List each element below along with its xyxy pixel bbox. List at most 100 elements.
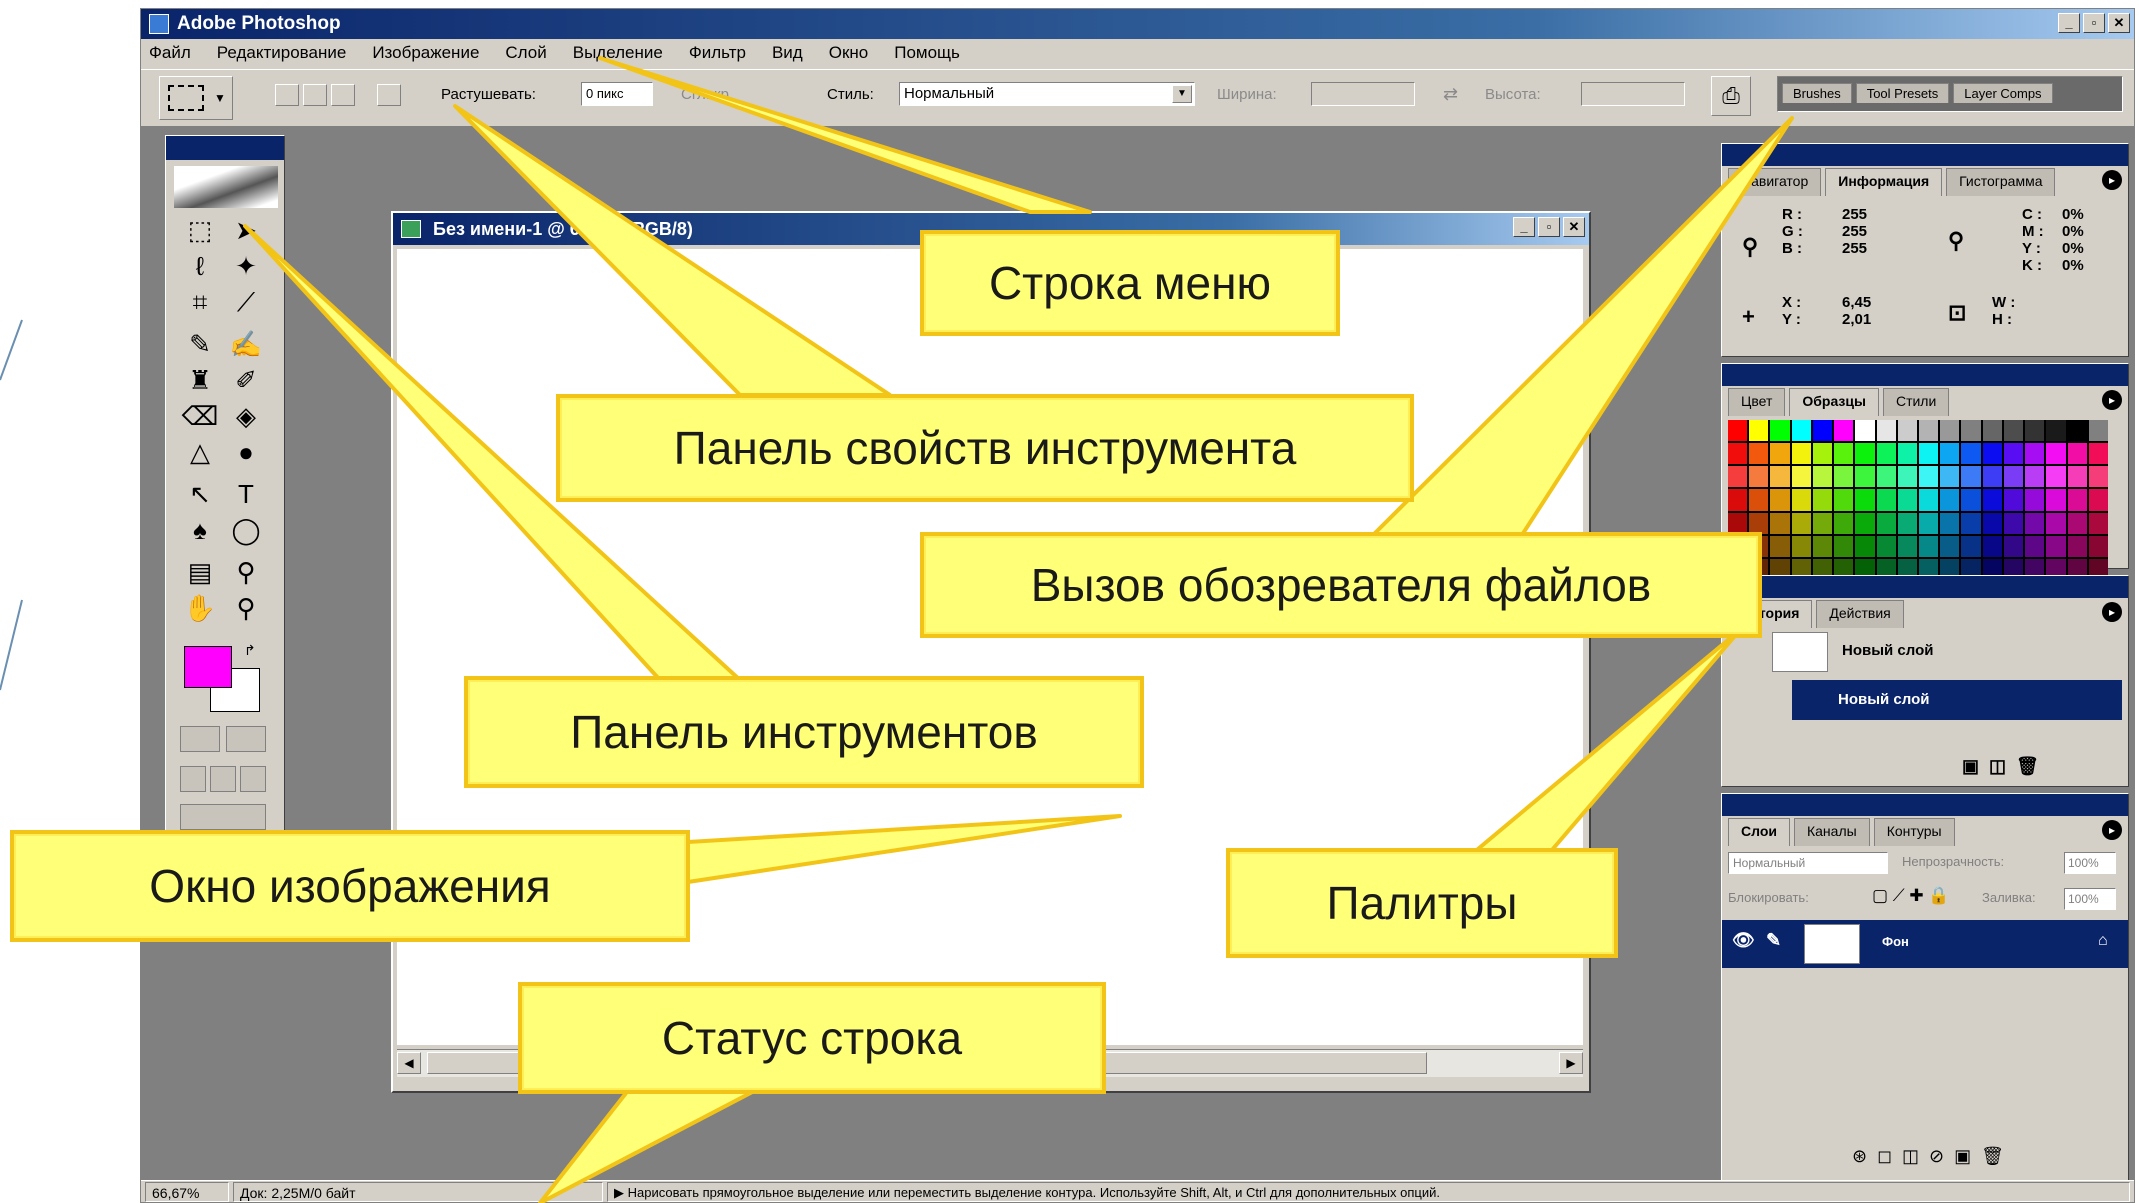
menu-window[interactable]: Окно: [829, 43, 869, 63]
swatch-cell[interactable]: [1961, 489, 1981, 511]
opacity-input[interactable]: 100%: [2064, 852, 2116, 874]
layer-row-background[interactable]: 👁 ✎ Фон ⌂: [1722, 920, 2128, 968]
screen-mode-full-icon[interactable]: [240, 766, 266, 792]
swatch-cell[interactable]: [1940, 466, 1960, 488]
menu-image[interactable]: Изображение: [372, 43, 479, 63]
swatch-cell[interactable]: [2046, 420, 2066, 442]
lock-icons[interactable]: ▢ ⟋ ✚ 🔒: [1872, 886, 1950, 906]
swatch-cell[interactable]: [2025, 466, 2045, 488]
swatch-cell[interactable]: [1940, 443, 1960, 465]
standard-mode-icon[interactable]: [180, 726, 220, 752]
swatch-cell[interactable]: [1961, 535, 1981, 557]
swatch-cell[interactable]: [2067, 489, 2087, 511]
swap-colors-icon[interactable]: ↱: [244, 642, 256, 659]
swatch-cell[interactable]: [2025, 420, 2045, 442]
eye-icon[interactable]: 👁: [1732, 930, 1755, 951]
swatch-cell[interactable]: [1940, 489, 1960, 511]
swatch-cell[interactable]: [1982, 443, 2002, 465]
swatch-cell[interactable]: [1834, 420, 1854, 442]
history-snapshot-thumbnail[interactable]: [1772, 632, 1828, 672]
tab-color[interactable]: Цвет: [1728, 388, 1786, 416]
swatch-cell[interactable]: [1876, 466, 1896, 488]
swatch-cell[interactable]: [1770, 489, 1790, 511]
close-button[interactable]: ✕: [2108, 13, 2130, 33]
swatch-cell[interactable]: [2088, 489, 2108, 511]
maximize-button[interactable]: ▫: [2083, 13, 2105, 33]
blend-mode-select[interactable]: Нормальный: [1728, 852, 1888, 874]
swatch-cell[interactable]: [2067, 535, 2087, 557]
tab-histogram[interactable]: Гистограмма: [1946, 168, 2056, 196]
info-palette-header[interactable]: [1722, 144, 2128, 166]
swatch-cell[interactable]: [1855, 489, 1875, 511]
swatch-cell[interactable]: [1918, 466, 1939, 488]
swatch-cell[interactable]: [1876, 443, 1896, 465]
swatch-cell[interactable]: [1770, 466, 1790, 488]
swatch-cell[interactable]: [1812, 512, 1833, 534]
well-tab-brushes[interactable]: Brushes: [1782, 83, 1852, 103]
swatch-cell[interactable]: [1749, 466, 1769, 488]
swatch-cell[interactable]: [2088, 535, 2108, 557]
swatch-cell[interactable]: [2067, 466, 2087, 488]
swatch-cell[interactable]: [1918, 443, 1939, 465]
eraser-tool-icon[interactable]: ⌫: [180, 400, 220, 432]
swatch-cell[interactable]: [1770, 443, 1790, 465]
swatch-cell[interactable]: [1961, 512, 1981, 534]
well-tab-tool-presets[interactable]: Tool Presets: [1855, 83, 1950, 103]
hand-tool-icon[interactable]: ✋: [180, 592, 220, 624]
tab-actions[interactable]: Действия: [1816, 600, 1904, 628]
palette-menu-icon[interactable]: ▸: [2102, 170, 2122, 190]
swatch-cell[interactable]: [1834, 466, 1854, 488]
swatch-cell[interactable]: [2003, 512, 2024, 534]
swatch-cell[interactable]: [1855, 535, 1875, 557]
layers-footer-icons[interactable]: ⊛ ◻ ◫ ⊘ ▣ 🗑: [1852, 1146, 2004, 1167]
menu-select[interactable]: Выделение: [573, 43, 663, 63]
history-palette-header[interactable]: [1722, 576, 2128, 598]
swatch-cell[interactable]: [1982, 466, 2002, 488]
swatch-cell[interactable]: [1834, 489, 1854, 511]
swatch-cell[interactable]: [1897, 489, 1917, 511]
scroll-left-arrow-icon[interactable]: ◀: [397, 1052, 421, 1074]
swatch-cell[interactable]: [1940, 512, 1960, 534]
swatch-cell[interactable]: [2003, 535, 2024, 557]
path-selection-tool-icon[interactable]: ↖: [180, 478, 220, 510]
swatch-cell[interactable]: [2025, 489, 2045, 511]
eyedropper-tool-icon[interactable]: ⚲: [226, 556, 266, 588]
swatch-cell[interactable]: [1791, 466, 1811, 488]
swatch-cell[interactable]: [1770, 535, 1790, 557]
swatch-cell[interactable]: [1791, 489, 1811, 511]
swatch-cell[interactable]: [2025, 535, 2045, 557]
swatch-cell[interactable]: [2003, 443, 2024, 465]
menu-layer[interactable]: Слой: [505, 43, 546, 63]
zoom-level[interactable]: 66,67%: [145, 1182, 229, 1202]
well-tab-layer-comps[interactable]: Layer Comps: [1953, 83, 2053, 103]
swatch-cell[interactable]: [2003, 420, 2024, 442]
swatch-cell[interactable]: [2067, 420, 2087, 442]
crop-tool-icon[interactable]: ⌗: [180, 286, 220, 318]
tab-layers[interactable]: Слои: [1728, 818, 1790, 846]
lasso-tool-icon[interactable]: ℓ: [180, 250, 220, 282]
swatch-cell[interactable]: [1791, 443, 1811, 465]
jump-to-imageready-icon[interactable]: [180, 804, 266, 830]
toolbox-header[interactable]: [166, 136, 284, 160]
magic-wand-tool-icon[interactable]: ✦: [226, 250, 266, 282]
swatch-cell[interactable]: [1897, 512, 1917, 534]
slice-tool-icon[interactable]: ⟋: [226, 286, 266, 318]
tab-styles[interactable]: Стили: [1882, 388, 1950, 416]
new-selection-icon[interactable]: [275, 84, 299, 106]
swatch-cell[interactable]: [1812, 489, 1833, 511]
swatch-cell[interactable]: [1961, 443, 1981, 465]
tab-navigator[interactable]: Навигатор: [1728, 168, 1822, 196]
swatch-cell[interactable]: [1749, 512, 1769, 534]
swatch-cell[interactable]: [1961, 466, 1981, 488]
brush-tool-icon[interactable]: ✍: [226, 328, 266, 360]
swatch-grid[interactable]: [1728, 420, 2108, 580]
swatch-cell[interactable]: [1855, 443, 1875, 465]
shape-tool-icon[interactable]: ◯: [226, 514, 266, 546]
swatch-cell[interactable]: [1812, 466, 1833, 488]
menu-view[interactable]: Вид: [772, 43, 803, 63]
swatch-cell[interactable]: [1834, 443, 1854, 465]
swap-icon[interactable]: ⇄: [1443, 84, 1458, 105]
swatch-cell[interactable]: [1940, 420, 1960, 442]
swatch-cell[interactable]: [2088, 512, 2108, 534]
palette-menu-icon[interactable]: ▸: [2102, 390, 2122, 410]
